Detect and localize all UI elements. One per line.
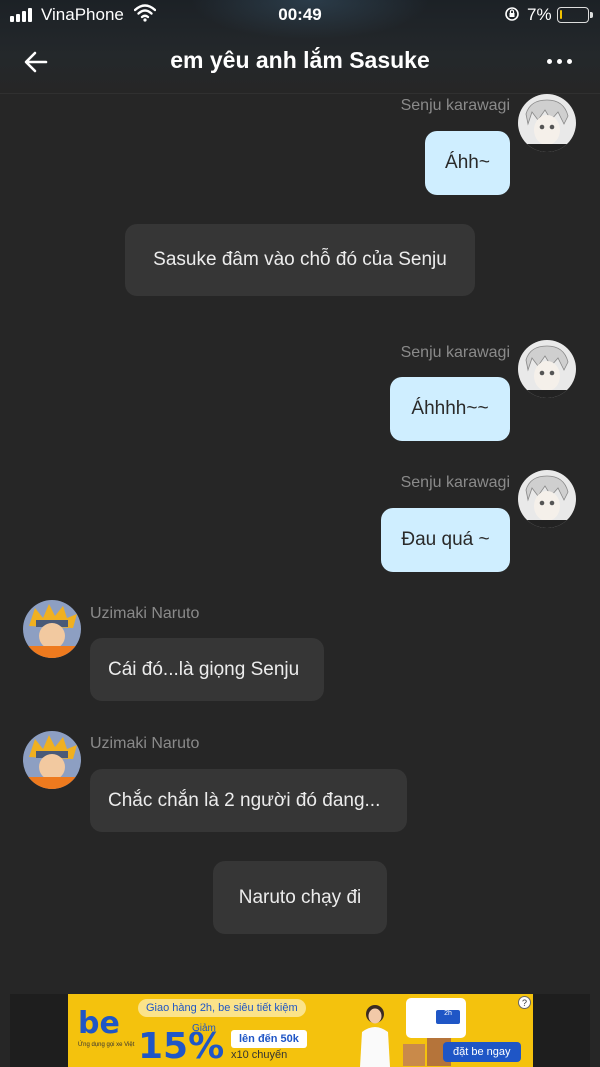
- ad-discount-value: 15%: [138, 1026, 225, 1067]
- ad-promo-pill: Giao hàng 2h, be siêu tiết kiệm: [138, 999, 306, 1017]
- ad-phone-illustration: 2h: [406, 998, 466, 1038]
- sender-name: Senju karawagi: [400, 97, 510, 114]
- ad-brand-tagline: Ứng dụng gọi xe Việt: [78, 1042, 135, 1048]
- sender-name: Senju karawagi: [400, 474, 510, 491]
- ad-banner[interactable]: be Ứng dụng gọi xe Việt Giao hàng 2h, be…: [68, 994, 533, 1067]
- ad-up-to: lên đến 50k: [231, 1030, 307, 1048]
- ellipsis-icon[interactable]: [547, 59, 572, 64]
- ad-courier-illustration: [360, 1005, 390, 1067]
- battery-percent: 7%: [527, 5, 552, 24]
- ad-cta-button[interactable]: đặt be ngay: [443, 1042, 521, 1062]
- ad-banner-container: be Ứng dụng gọi xe Việt Giao hàng 2h, be…: [10, 994, 590, 1067]
- sender-name: Uzimaki Naruto: [90, 735, 200, 752]
- orientation-lock-icon: [505, 7, 519, 21]
- incoming-message[interactable]: Chắc chắn là 2 người đó đang...: [90, 769, 407, 832]
- ad-phone-chip: 2h: [436, 1010, 460, 1024]
- incoming-message[interactable]: Cái đó...là giọng Senju: [90, 638, 324, 701]
- outgoing-message[interactable]: Đau quá ~: [381, 508, 510, 572]
- chat-title: em yêu anh lắm Sasuke: [170, 47, 430, 73]
- ad-help-icon[interactable]: ?: [518, 996, 531, 1009]
- outgoing-message[interactable]: Áhhhh~~: [390, 377, 510, 441]
- avatar-senju[interactable]: [518, 470, 576, 528]
- avatar-senju[interactable]: [518, 94, 576, 152]
- sender-name: Senju karawagi: [400, 344, 510, 361]
- avatar-naruto[interactable]: [23, 731, 81, 789]
- battery-icon: [557, 7, 593, 23]
- ad-brand-logo: be: [78, 1006, 120, 1041]
- battery-level: [560, 10, 562, 19]
- narration-message[interactable]: Sasuke đâm vào chỗ đó của Senju: [125, 224, 475, 296]
- status-bar: VinaPhone 00:49 7%: [0, 0, 600, 30]
- ad-trips: x10 chuyến: [231, 1049, 288, 1061]
- narration-message[interactable]: Naruto chạy đi: [213, 861, 387, 934]
- avatar-senju[interactable]: [518, 340, 576, 398]
- top-bar: VinaPhone 00:49 7% em yêu anh lắm Sasuke: [0, 0, 600, 94]
- sender-name: Uzimaki Naruto: [90, 605, 200, 622]
- avatar-naruto[interactable]: [23, 600, 81, 658]
- arrow-left-icon[interactable]: [20, 45, 54, 79]
- outgoing-message[interactable]: Áhh~: [425, 131, 510, 195]
